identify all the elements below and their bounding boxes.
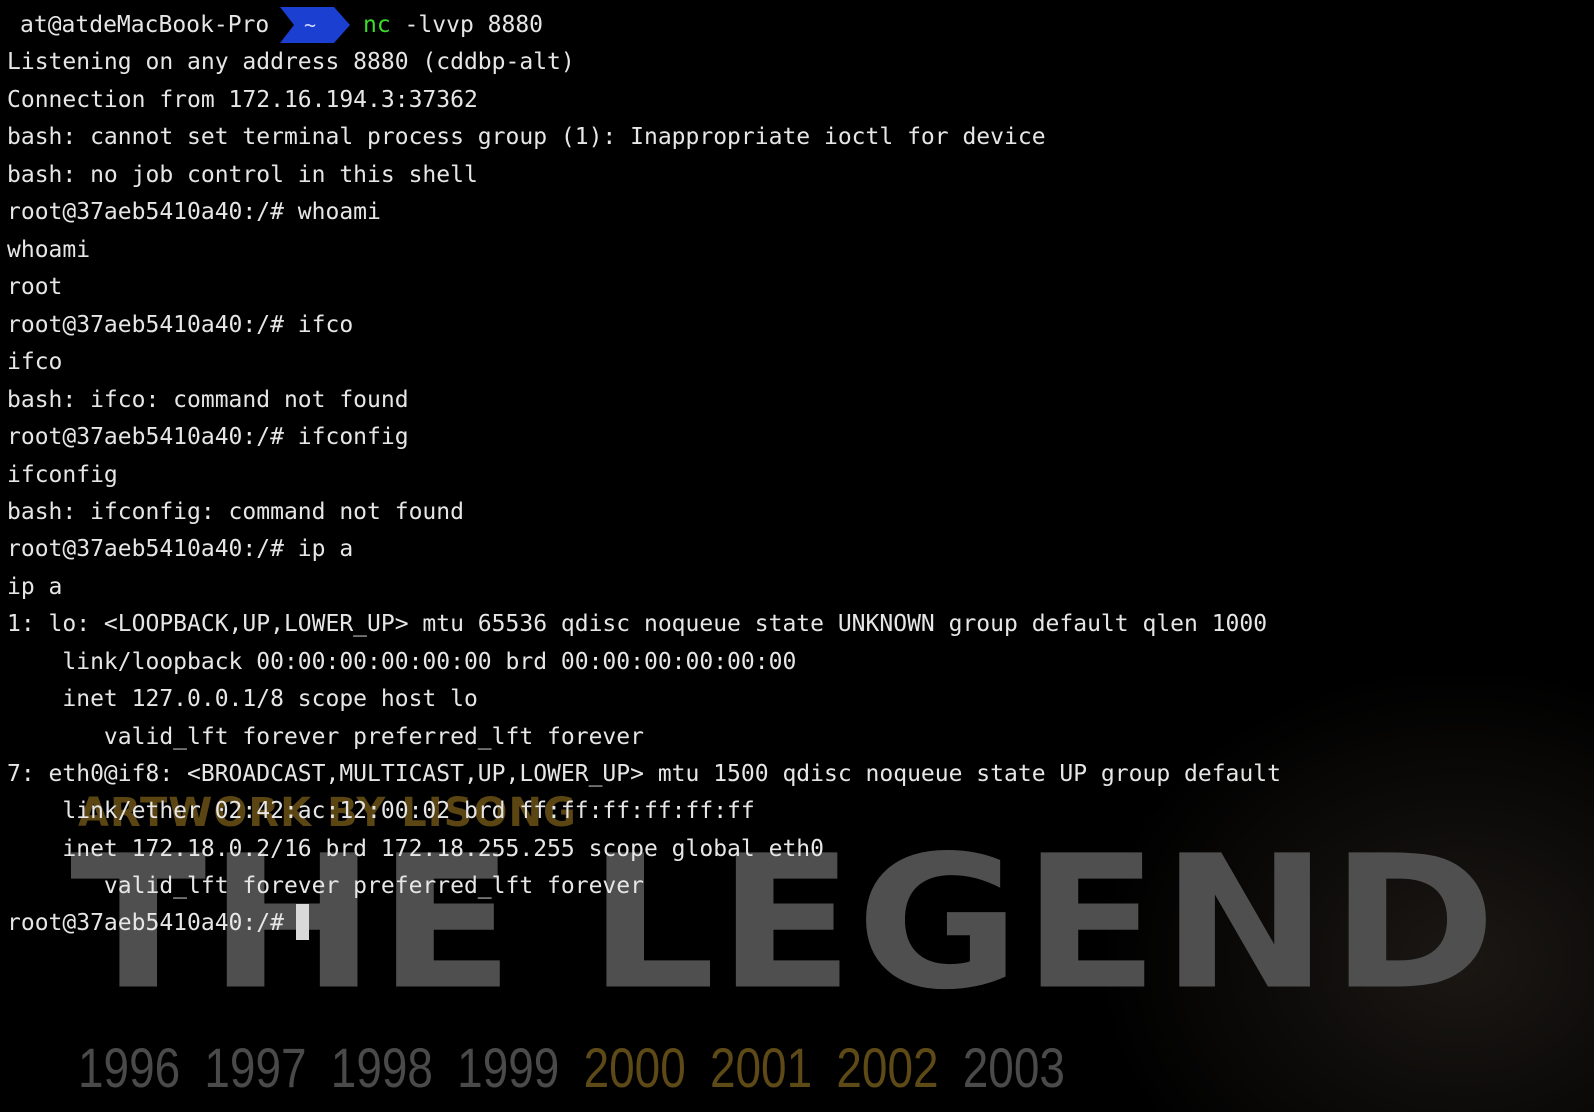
terminal-output-line: bash: no job control in this shell	[7, 162, 478, 188]
terminal-output-line: bash: cannot set terminal process group …	[7, 124, 1046, 150]
terminal-output-line: ifco	[7, 349, 63, 375]
terminal-output-line: 7: eth0@if8: <BROADCAST,MULTICAST,UP,LOW…	[7, 761, 1281, 787]
terminal-output-line: valid_lft forever preferred_lft forever	[7, 873, 644, 899]
terminal-prompt-line: root@37aeb5410a40:/# ifconfig	[7, 424, 409, 450]
terminal-output-line: inet 172.18.0.2/16 brd 172.18.255.255 sc…	[7, 836, 824, 862]
terminal-output-line: inet 127.0.0.1/8 scope host lo	[7, 686, 478, 712]
terminal-output-line: ifconfig	[7, 462, 118, 488]
prompt-user-host: at@atdeMacBook-Pro	[20, 12, 270, 38]
terminal-cursor[interactable]	[296, 904, 309, 940]
terminal-output-line: Connection from 172.16.194.3:37362	[7, 87, 478, 113]
prompt-directory-label: ~	[304, 13, 317, 37]
shell-prompt-line: at@atdeMacBook-Pro ~ nc -lvvp 8880	[0, 5, 543, 45]
terminal-output-line: link/loopback 00:00:00:00:00:00 brd 00:0…	[7, 649, 797, 675]
terminal-prompt-line: root@37aeb5410a40:/# ip a	[7, 536, 354, 562]
terminal-output-line: valid_lft forever preferred_lft forever	[7, 724, 644, 750]
command-name: nc	[363, 12, 391, 38]
terminal-output-line: Listening on any address 8880 (cddbp-alt…	[7, 49, 575, 75]
terminal-output-line: bash: ifco: command not found	[7, 387, 409, 413]
prompt-directory-segment: ~	[280, 7, 352, 43]
prompt-command: nc -lvvp 8880	[363, 5, 543, 45]
screen: ARTWORK BY LISONG THE LEGEND 1996 1997 1…	[0, 0, 1594, 1112]
command-args: -lvvp 8880	[390, 12, 544, 38]
terminal-output-line: 1: lo: <LOOPBACK,UP,LOWER_UP> mtu 65536 …	[7, 611, 1268, 637]
terminal-output-line: whoami	[7, 237, 91, 263]
terminal-prompt-line: root@37aeb5410a40:/# ifco	[7, 312, 354, 338]
terminal-output-line: ip a	[7, 574, 63, 600]
terminal-active-prompt[interactable]: root@37aeb5410a40:/#	[7, 905, 298, 941]
terminal-prompt-line: root@37aeb5410a40:/# whoami	[7, 199, 381, 225]
terminal-output-line: bash: ifconfig: command not found	[7, 499, 464, 525]
terminal-output-line: link/ether 02:42:ac:12:00:02 brd ff:ff:f…	[7, 798, 755, 824]
terminal-output-line: root	[7, 274, 63, 300]
terminal-window[interactable]: at@atdeMacBook-Pro ~ nc -lvvp 8880 Liste…	[0, 0, 1594, 1112]
